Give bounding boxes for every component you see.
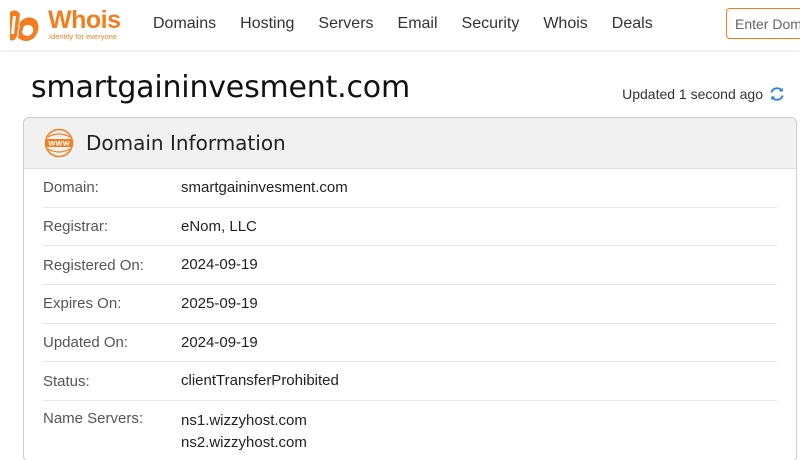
label-expires-on: Expires On: — [43, 295, 122, 313]
nav-email[interactable]: Email — [398, 15, 438, 33]
site-header: Whois Identity for everyone Domains Host… — [0, 0, 800, 50]
nav-domains[interactable]: Domains — [153, 15, 216, 33]
domain-information-card: WWW Domain Information Domain: smartgain… — [23, 117, 797, 460]
label-registrar: Registrar: — [43, 218, 109, 236]
nav-security[interactable]: Security — [462, 15, 520, 33]
nav-servers[interactable]: Servers — [318, 15, 373, 33]
row-registrar: Registrar: eNom, LLC — [43, 208, 777, 247]
value-registrar: eNom, LLC — [181, 217, 257, 235]
name-server-1: ns1.wizzyhost.com — [181, 412, 307, 430]
row-domain: Domain: smartgaininvesment.com — [43, 169, 777, 208]
value-domain: smartgaininvesment.com — [181, 178, 348, 196]
svg-text:WWW: WWW — [48, 140, 70, 148]
row-status: Status: clientTransferProhibited — [43, 362, 777, 402]
value-name-servers: ns1.wizzyhost.com ns2.wizzyhost.com — [181, 410, 307, 454]
page-title: smartgaininvesment.com — [31, 70, 410, 105]
logo-tagline: Identity for everyone — [49, 32, 117, 41]
value-expires-on: 2025-09-19 — [181, 294, 258, 312]
label-name-servers: Name Servers: — [43, 410, 144, 428]
row-name-servers: Name Servers: ns1.wizzyhost.com ns2.wizz… — [43, 401, 777, 454]
label-status: Status: — [43, 372, 90, 390]
row-registered-on: Registered On: 2024-09-19 — [43, 246, 777, 286]
www-globe-icon: WWW — [44, 128, 74, 158]
value-status: clientTransferProhibited — [181, 372, 339, 390]
updated-status: Updated 1 second ago — [622, 86, 785, 102]
label-updated-on: Updated On: — [43, 334, 129, 352]
updated-text: Updated 1 second ago — [622, 86, 763, 102]
main-nav: Domains Hosting Servers Email Security W… — [141, 0, 677, 48]
label-domain: Domain: — [43, 179, 99, 197]
logo-text: Whois — [48, 6, 121, 34]
nav-deals[interactable]: Deals — [612, 15, 653, 33]
whois-logo[interactable]: Whois Identity for everyone — [6, 4, 131, 46]
label-registered-on: Registered On: — [43, 256, 144, 274]
domain-info-table: Domain: smartgaininvesment.com Registrar… — [24, 169, 796, 454]
value-registered-on: 2024-09-19 — [181, 256, 258, 274]
value-updated-on: 2024-09-19 — [181, 333, 258, 351]
search-input[interactable] — [726, 8, 800, 39]
card-title: Domain Information — [86, 131, 286, 155]
nav-whois[interactable]: Whois — [543, 15, 587, 33]
logo-mark-icon — [10, 10, 39, 41]
refresh-icon[interactable] — [769, 86, 785, 102]
nav-hosting[interactable]: Hosting — [240, 15, 294, 33]
row-updated-on: Updated On: 2024-09-19 — [43, 324, 777, 363]
card-header: WWW Domain Information — [24, 118, 796, 169]
name-server-2: ns2.wizzyhost.com — [181, 434, 307, 452]
row-expires-on: Expires On: 2025-09-19 — [43, 285, 777, 324]
